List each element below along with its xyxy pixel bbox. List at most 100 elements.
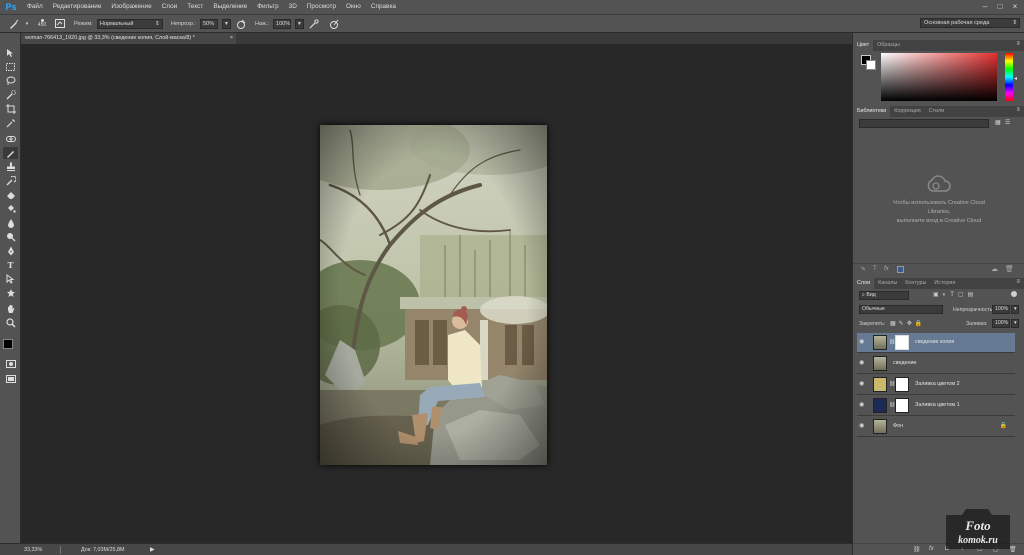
close-window-icon[interactable]: ×: [1008, 0, 1022, 14]
add-text-icon[interactable]: T: [873, 266, 877, 272]
menu-layers[interactable]: Слои: [157, 0, 183, 14]
link-layers-icon[interactable]: ⛓: [913, 546, 921, 553]
layer-row[interactable]: ◉ ⛓ Заливка цветом 2: [857, 375, 1015, 395]
menu-view[interactable]: Просмотр: [302, 0, 341, 14]
layer-name[interactable]: Заливка цветом 2: [915, 381, 960, 387]
lock-position-icon[interactable]: ✥: [907, 321, 915, 327]
layer-name[interactable]: сведение копия: [915, 339, 954, 345]
brush-size-picker[interactable]: 450: [34, 17, 50, 31]
flow-dropdown[interactable]: ▾: [294, 18, 304, 29]
blend-mode-select[interactable]: Обычные: [859, 305, 943, 314]
dodge-tool-icon[interactable]: [3, 231, 18, 243]
cc-sync-icon[interactable]: ☁: [991, 265, 998, 273]
document-canvas-image[interactable]: [320, 125, 547, 465]
healing-brush-tool-icon[interactable]: [3, 133, 18, 145]
hue-slider-handle-icon[interactable]: ◂: [1014, 75, 1017, 82]
add-layer-style-icon[interactable]: fx: [884, 266, 889, 272]
document-tab[interactable]: woman-766413_1920.jpg @ 33,3% (сведение …: [21, 33, 236, 44]
layer-row[interactable]: ◉ сведение: [857, 354, 1015, 374]
foreground-color-swatch[interactable]: [3, 339, 13, 349]
layer-mask-thumbnail[interactable]: [895, 398, 909, 413]
filter-type-icon[interactable]: T: [950, 292, 958, 298]
add-style-icon[interactable]: fx: [929, 546, 934, 552]
opacity-field[interactable]: 50%: [199, 18, 218, 29]
marquee-tool-icon[interactable]: [3, 61, 18, 73]
layer-name[interactable]: Фон: [893, 423, 903, 429]
add-color-icon[interactable]: [897, 266, 904, 273]
paint-bucket-tool-icon[interactable]: [3, 203, 18, 215]
menu-type[interactable]: Текст: [182, 0, 208, 14]
tab-paths[interactable]: Контуры: [901, 278, 930, 289]
screen-mode-icon[interactable]: [3, 373, 18, 385]
panel-menu-icon[interactable]: ≡: [1016, 107, 1020, 113]
lock-pixels-icon[interactable]: ✎: [899, 321, 907, 327]
zoom-level[interactable]: 33,33%: [24, 547, 54, 553]
menu-help[interactable]: Справка: [366, 0, 401, 14]
canvas-area[interactable]: [21, 44, 852, 543]
pressure-opacity-icon[interactable]: [235, 18, 247, 30]
workspace-select[interactable]: Основная рабочая среда ⇕: [920, 18, 1020, 28]
tab-color[interactable]: Цвет: [853, 40, 874, 51]
flow-field[interactable]: 100%: [272, 18, 291, 29]
chevron-down-icon[interactable]: ▾: [24, 18, 30, 30]
layer-filter-select[interactable]: ⌕ Вид: [859, 291, 909, 300]
lock-all-icon[interactable]: 🔒: [915, 321, 925, 327]
tab-libraries[interactable]: Библиотеки: [853, 106, 891, 117]
layer-name[interactable]: Заливка цветом 1: [915, 402, 960, 408]
tab-adjustments[interactable]: Коррекция: [890, 106, 925, 117]
pen-tool-icon[interactable]: [3, 245, 18, 257]
eraser-tool-icon[interactable]: [3, 189, 18, 201]
eyedropper-tool-icon[interactable]: [3, 117, 18, 129]
quick-mask-icon[interactable]: [3, 358, 18, 370]
brush-tool-preset-icon[interactable]: [8, 18, 20, 30]
custom-shape-tool-icon[interactable]: [3, 287, 18, 299]
pressure-size-icon[interactable]: [328, 18, 340, 30]
status-menu-arrow-icon[interactable]: ▶: [150, 546, 155, 553]
tab-swatches[interactable]: Образцы: [873, 40, 904, 51]
panel-menu-icon[interactable]: ≡: [1016, 279, 1020, 285]
menu-image[interactable]: Изображение: [106, 0, 156, 14]
fill-dropdown[interactable]: ▾: [1011, 319, 1019, 328]
mode-select[interactable]: Нормальный ⇕: [96, 18, 163, 29]
menu-edit[interactable]: Редактирование: [48, 0, 107, 14]
zoom-tool-icon[interactable]: [3, 317, 18, 329]
add-graphic-icon[interactable]: ✎: [861, 266, 866, 273]
bg-color-swatch[interactable]: [866, 60, 876, 70]
airbrush-icon[interactable]: [308, 18, 320, 30]
layer-row[interactable]: ◉ ⛓ Заливка цветом 1: [857, 396, 1015, 416]
lock-transparency-icon[interactable]: ▦: [890, 321, 899, 327]
fill-field[interactable]: 100%: [992, 319, 1010, 328]
menu-3d[interactable]: 3D: [284, 0, 302, 14]
menu-select[interactable]: Выделение: [208, 0, 252, 14]
brush-tool-icon[interactable]: [3, 147, 18, 159]
tab-channels[interactable]: Каналы: [874, 278, 901, 289]
layer-name[interactable]: сведение: [893, 360, 917, 366]
list-view-icon[interactable]: ☰: [1005, 119, 1010, 126]
visibility-eye-icon[interactable]: ◉: [859, 423, 867, 430]
grid-view-icon[interactable]: ▦: [995, 119, 1001, 126]
menu-window[interactable]: Окно: [341, 0, 366, 14]
blur-tool-icon[interactable]: [3, 217, 18, 229]
maximize-icon[interactable]: □: [993, 0, 1007, 14]
filter-toggle-icon[interactable]: [1011, 291, 1017, 297]
panel-menu-icon[interactable]: ≡: [1016, 41, 1020, 47]
library-select[interactable]: [859, 119, 989, 128]
menu-filter[interactable]: Фильтр: [252, 0, 283, 14]
filter-smart-icon[interactable]: ▤: [968, 292, 978, 298]
visibility-eye-icon[interactable]: ◉: [859, 360, 867, 367]
layer-opacity-field[interactable]: 100%: [992, 305, 1010, 314]
layer-row[interactable]: ◉ ⛓ сведение копия: [857, 333, 1015, 353]
visibility-eye-icon[interactable]: ◉: [859, 381, 867, 388]
visibility-eye-icon[interactable]: ◉: [859, 402, 867, 409]
clone-stamp-tool-icon[interactable]: [3, 161, 18, 173]
tab-styles[interactable]: Стили: [925, 106, 949, 117]
opacity-dropdown[interactable]: ▾: [221, 18, 231, 29]
tab-layers[interactable]: Слои: [853, 278, 875, 289]
close-tab-icon[interactable]: ×: [230, 33, 233, 44]
crop-tool-icon[interactable]: [3, 103, 18, 115]
quick-selection-tool-icon[interactable]: [3, 89, 18, 101]
trash-icon[interactable]: 🗑: [1005, 265, 1014, 273]
hand-tool-icon[interactable]: [3, 303, 18, 315]
layer-opacity-dropdown[interactable]: ▾: [1011, 305, 1019, 314]
move-tool-icon[interactable]: [3, 47, 18, 59]
